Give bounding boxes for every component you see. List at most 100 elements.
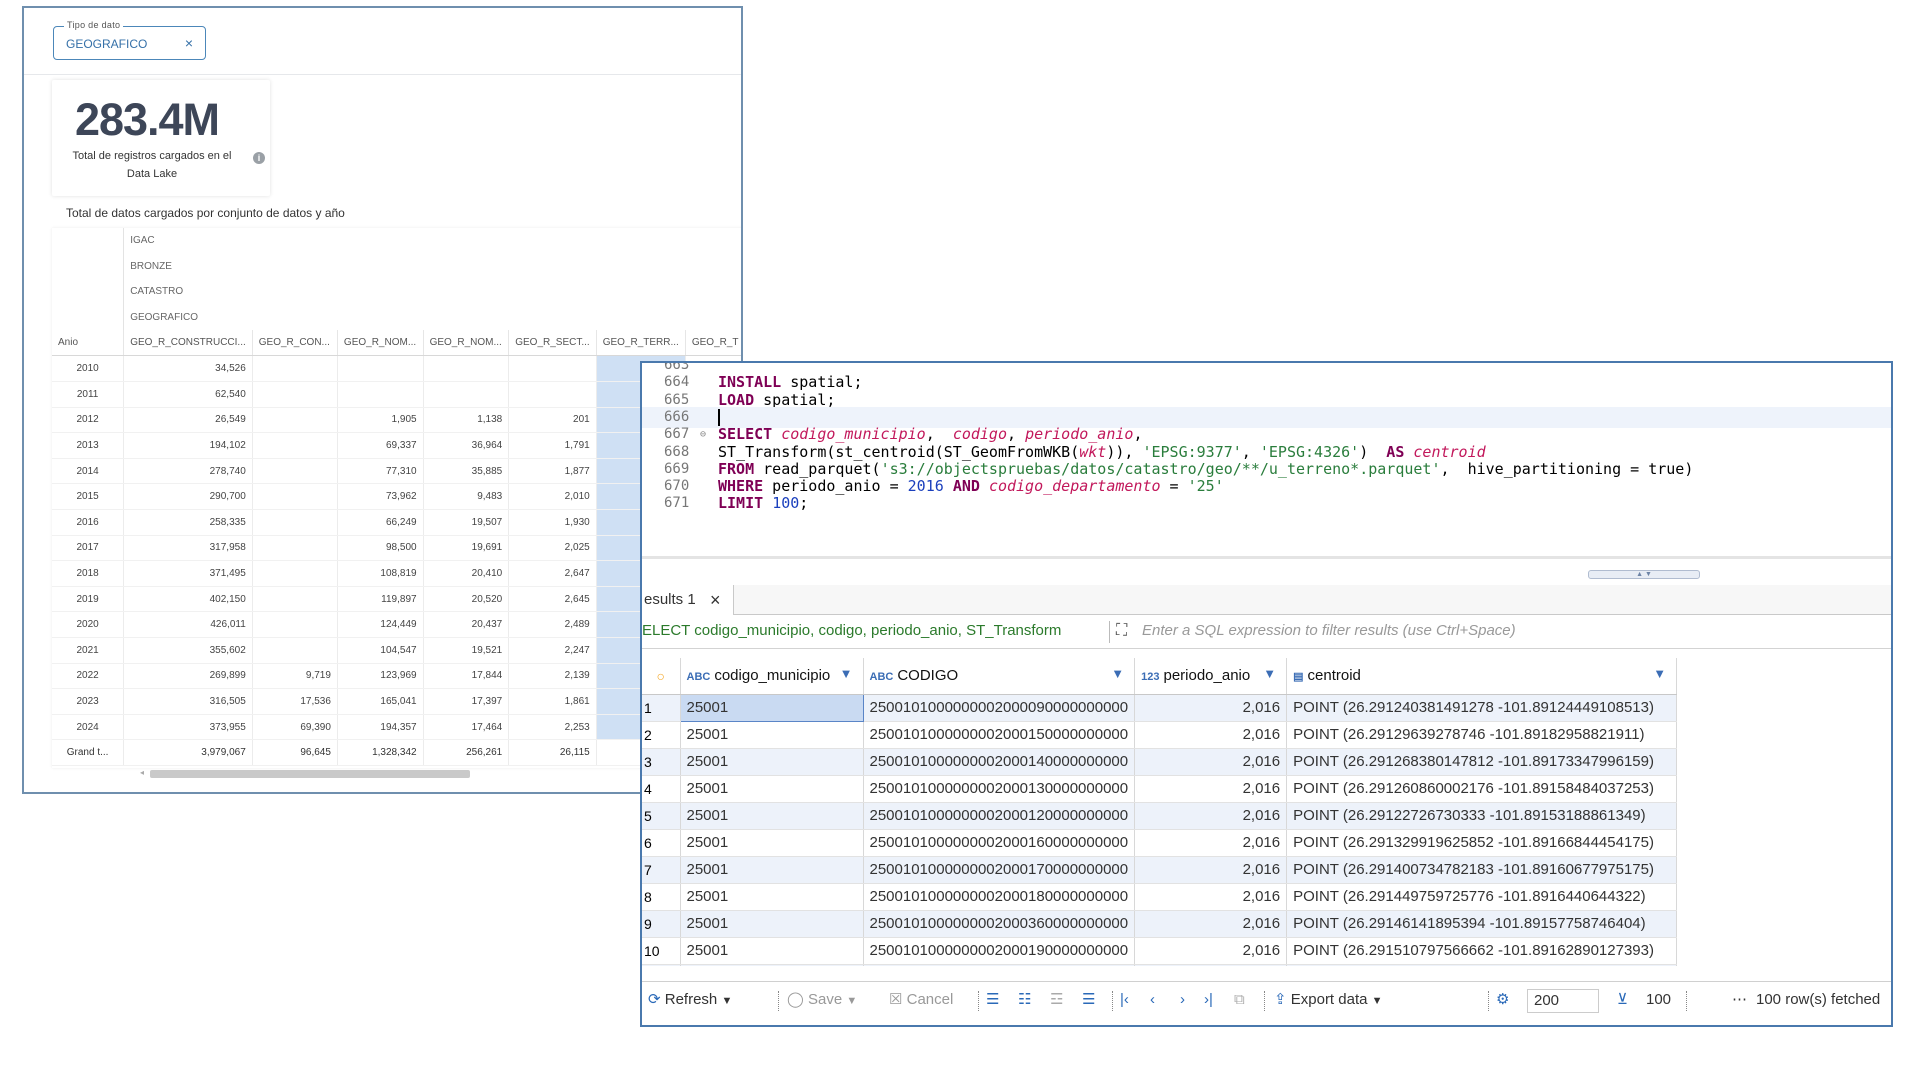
grid-cell[interactable]: POINT (26.291268380147812 -101.891733479… xyxy=(1286,748,1678,776)
column-header[interactable]: GEO_R_TERR... xyxy=(595,330,686,357)
sql-editor[interactable]: 663 664 INSTALL spatial; 665 LOAD spatial; 66… xyxy=(642,363,1891,543)
grid-cell[interactable]: POINT (26.291507070672906 -101.891531908… xyxy=(1286,964,1678,966)
table-row[interactable]: 9 25001 2500101000000002000360000000000 2,0… xyxy=(642,910,1678,938)
close-icon[interactable]: × xyxy=(710,585,721,615)
row-number[interactable]: 4 xyxy=(642,775,681,803)
chevron-down-icon[interactable]: ▼ xyxy=(1372,995,1383,1007)
grid-cell[interactable]: 2500101000000002000130000000000 xyxy=(863,775,1136,803)
table-row[interactable]: 3 25001 2500101000000002000140000000000 2,0… xyxy=(642,748,1678,776)
grid-cell[interactable]: 25001 xyxy=(679,693,864,722)
limit-icon[interactable]: ⊻ xyxy=(1617,982,1628,1018)
save-button[interactable]: ◯ Save ▼ xyxy=(787,982,857,1019)
copy-row-icon[interactable]: ☲ xyxy=(1050,982,1063,1018)
next-page-icon[interactable]: › xyxy=(1180,982,1185,1018)
grid-cell[interactable]: 2500101000000002000190000000000 xyxy=(863,937,1136,965)
code-text[interactable]: LIMIT 100; xyxy=(718,493,808,514)
row-number[interactable]: 5 xyxy=(642,802,681,830)
refresh-button[interactable]: ⟳ Refresh ▼ xyxy=(648,982,732,1019)
column-header[interactable]: GEO_R_CONSTRUCCI... xyxy=(123,330,253,357)
grid-cell[interactable]: 2,016 xyxy=(1134,829,1288,857)
grid-cell[interactable]: POINT (26.291400734782183 -101.891606779… xyxy=(1286,856,1678,884)
table-row[interactable]: 8 25001 2500101000000002000180000000000 2,0… xyxy=(642,883,1678,911)
grid-cell[interactable]: 25001 xyxy=(680,829,864,857)
column-header[interactable]: GEO_R_T xyxy=(684,330,741,357)
column-header[interactable]: Anio xyxy=(52,330,124,357)
grid-cell[interactable]: 2500101000000002000170000000000 xyxy=(863,856,1136,884)
grid-cell[interactable]: POINT (26.291510797566662 -101.891628901… xyxy=(1286,937,1678,965)
grid-cell[interactable]: POINT (26.29122726730333 -101.8915318886… xyxy=(1286,802,1678,830)
grid-cell[interactable]: 25001 xyxy=(680,721,864,749)
prev-page-icon[interactable]: ‹ xyxy=(1150,982,1155,1018)
fetch-all-icon[interactable]: ⧉ xyxy=(1234,982,1245,1018)
grid-cell[interactable]: 2,016 xyxy=(1134,721,1288,749)
grid-cell[interactable]: 2500101000000002000160000000000 xyxy=(863,829,1136,857)
row-number-header[interactable]: ○ xyxy=(642,658,681,695)
grid-cell[interactable]: 2500101000000002000090000000000 xyxy=(863,694,1136,722)
table-row[interactable]: 4 25001 2500101000000002000130000000000 2,0… xyxy=(642,775,1678,803)
scroll-left-icon[interactable]: ◂ xyxy=(140,768,144,777)
table-row[interactable]: 7 25001 2500101000000002000170000000000 2,0… xyxy=(642,856,1678,884)
grid-cell[interactable]: 2,016 xyxy=(1134,910,1288,938)
table-row[interactable]: 6 25001 2500101000000002000160000000000 2,0… xyxy=(642,829,1678,857)
grid-cell[interactable]: 2,016 xyxy=(1134,694,1288,722)
grid-cell[interactable]: 2,016 xyxy=(1134,883,1288,911)
row-number[interactable]: 1 xyxy=(642,694,681,722)
results-grid[interactable]: ○ ABC codigo_municipio ▼ ABC CODIGO ▼ 123 period… xyxy=(642,658,1769,966)
export-data-button[interactable]: ⇪ Export data ▼ xyxy=(1274,982,1383,1019)
info-icon[interactable]: i xyxy=(253,152,265,164)
grid-cell[interactable]: POINT (26.29132991962585​2 -101.89166844… xyxy=(1286,829,1678,857)
more-icon[interactable]: ⋯ xyxy=(1732,982,1747,1018)
grid-cell[interactable]: 25001 xyxy=(680,748,864,776)
chevron-down-icon[interactable]: ▼ xyxy=(1111,666,1124,681)
chevron-down-icon[interactable]: ▼ xyxy=(840,666,853,681)
grid-cell[interactable]: POINT (26.291449759725776 -101.891644064… xyxy=(1286,883,1678,911)
first-page-icon[interactable]: |‹ xyxy=(1120,982,1129,1018)
grid-cell[interactable]: 2500101000000002000120000000000 xyxy=(863,802,1136,830)
table-row[interactable]: 1 25001 2500101000000002000090000000000 2,0… xyxy=(642,693,1678,722)
column-header[interactable]: GEO_R_CON... xyxy=(251,330,338,357)
expand-icon[interactable]: ⛶ xyxy=(1116,615,1127,647)
edit-row-icon[interactable]: ☰ xyxy=(986,982,999,1018)
chevron-down-icon[interactable]: ▼ xyxy=(1263,666,1276,681)
grid-cell[interactable]: POINT (26.29146141895394 -101.8915775874… xyxy=(1286,910,1678,938)
delete-row-icon[interactable]: ☰ xyxy=(1082,982,1095,1018)
table-row[interactable]: 2 25001 2500101000000002000150000000000 2,0… xyxy=(642,721,1678,749)
chevron-down-icon[interactable]: ▼ xyxy=(1653,666,1666,681)
grid-cell[interactable]: 2500101000000002000180000000000 xyxy=(863,883,1136,911)
grid-cell[interactable]: 25001 xyxy=(680,910,864,938)
grid-cell[interactable]: 2500101000000002000360000000000 xyxy=(863,910,1136,938)
last-page-icon[interactable]: ›| xyxy=(1204,982,1213,1018)
grid-cell[interactable]: 25001 xyxy=(680,775,864,803)
grid-cell[interactable]: POINT (26.291240381491278 -101.891244491… xyxy=(1286,694,1678,722)
grid-cell[interactable]: 25001 xyxy=(680,883,864,911)
grid-cell[interactable]: 2,016 xyxy=(1134,748,1288,776)
row-number[interactable]: 3 xyxy=(642,748,681,776)
grid-cell[interactable]: POINT (26.291260860002176 -101.891584840… xyxy=(1286,775,1678,803)
column-header[interactable]: GEO_R_NOM... xyxy=(422,330,509,357)
column-header[interactable]: 123 periodo_anio ▼ xyxy=(1134,658,1288,695)
column-header[interactable]: ABC codigo_municipio ▼ xyxy=(680,658,864,695)
row-number[interactable]: 8 xyxy=(642,883,681,911)
grid-cell[interactable]: 25001 xyxy=(680,964,864,966)
row-number[interactable]: 6 xyxy=(642,829,681,857)
grid-cell[interactable]: 2,016 xyxy=(1134,964,1288,966)
row-number[interactable]: 11 xyxy=(642,964,681,966)
grid-cell[interactable]: 25001 xyxy=(680,856,864,884)
grid-cell[interactable]: 2500101000000002000200000000000 xyxy=(863,964,1136,966)
grid-cell[interactable]: 2,016 xyxy=(1134,775,1288,803)
grid-cell[interactable]: 2500101000000002000140000000000 xyxy=(863,748,1136,776)
data-type-filter[interactable]: Tipo de dato GEOGRAFICO × xyxy=(53,20,206,60)
horizontal-scrollbar[interactable] xyxy=(150,770,470,778)
chevron-down-icon[interactable]: ▼ xyxy=(846,995,857,1007)
column-header[interactable]: GEO_R_SECT... xyxy=(508,330,597,357)
grid-cell[interactable]: 2,016 xyxy=(1134,802,1288,830)
fetch-size-input[interactable]: 200 xyxy=(1527,989,1599,1013)
filter-input[interactable]: Enter a SQL expression to filter results… xyxy=(1142,615,1516,647)
table-row[interactable]: 112500125001010000000020002000000000002,… xyxy=(642,964,1678,966)
tab-results-1[interactable]: esults 1 × xyxy=(642,585,734,616)
chevron-down-icon[interactable]: ▼ xyxy=(721,995,732,1007)
row-number[interactable]: 7 xyxy=(642,856,681,884)
row-number[interactable]: 10 xyxy=(642,937,681,965)
splitter-handle[interactable]: ▲ ▼ xyxy=(1588,570,1700,579)
grid-cell[interactable]: 2500101000000002000150000000000 xyxy=(863,721,1136,749)
